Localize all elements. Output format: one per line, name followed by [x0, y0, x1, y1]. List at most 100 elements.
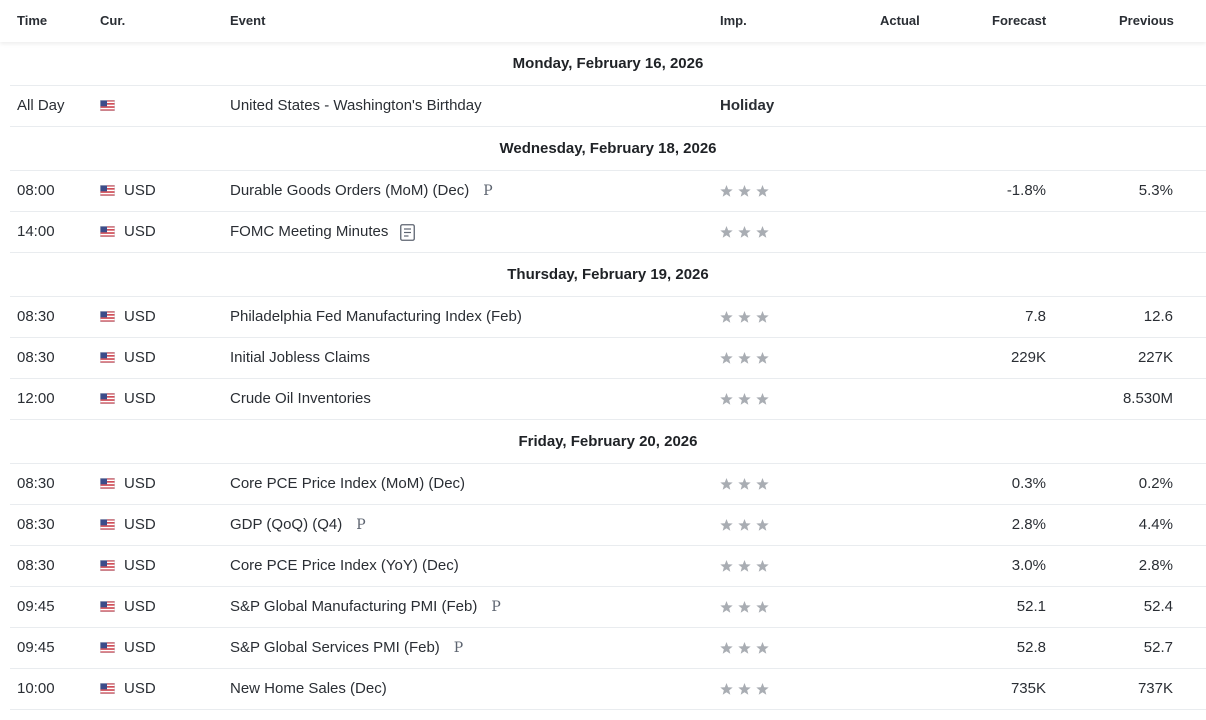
row-time: All Day: [17, 97, 65, 114]
star-icon: [738, 519, 751, 531]
star-icon: [756, 226, 769, 238]
us-flag-icon: [100, 311, 115, 322]
star-icon: [738, 560, 751, 572]
row-time: 08:30: [17, 516, 55, 533]
row-currency: USD: [124, 680, 156, 697]
table-row[interactable]: 08:30 USD Core PCE Price Index (YoY) (De…: [10, 546, 1206, 587]
row-time: 09:45: [17, 639, 55, 656]
row-currency: USD: [124, 308, 156, 325]
row-event[interactable]: Durable Goods Orders (MoM) (Dec): [230, 182, 469, 199]
table-row[interactable]: 08:00 USD Durable Goods Orders (MoM) (De…: [10, 171, 1206, 212]
star-icon: [720, 226, 733, 238]
row-event[interactable]: Core PCE Price Index (YoY) (Dec): [230, 546, 459, 586]
table-row-holiday[interactable]: All Day United States - Washington's Bir…: [10, 86, 1206, 127]
us-flag-icon: [100, 519, 115, 530]
row-event-cell: S&P Global Services PMI (Feb) P: [230, 628, 463, 668]
table-row[interactable]: 08:30 USD Philadelphia Fed Manufacturing…: [10, 297, 1206, 338]
document-icon[interactable]: [400, 223, 416, 241]
importance-stars-icon: [720, 601, 769, 613]
row-time: 10:00: [17, 680, 55, 697]
row-previous: 5.3%: [1138, 182, 1173, 199]
row-time: 08:30: [17, 557, 55, 574]
row-forecast: 229K: [1010, 349, 1046, 366]
header-time[interactable]: Time: [17, 0, 47, 42]
row-event-cell: GDP (QoQ) (Q4) P: [230, 505, 366, 545]
row-event[interactable]: Philadelphia Fed Manufacturing Index (Fe…: [230, 297, 522, 337]
row-time: 09:45: [17, 598, 55, 615]
importance-stars-icon: [720, 185, 769, 197]
star-icon: [756, 560, 769, 572]
row-event[interactable]: S&P Global Services PMI (Feb): [230, 639, 440, 656]
table-row[interactable]: 14:00 USD FOMC Meeting Minutes: [10, 212, 1206, 253]
row-forecast: 52.8: [1016, 639, 1046, 656]
star-icon: [720, 185, 733, 197]
us-flag-icon: [100, 352, 115, 363]
row-previous: 737K: [1137, 680, 1173, 697]
row-previous: 12.6: [1143, 308, 1173, 325]
star-icon: [738, 478, 751, 490]
header-previous[interactable]: Previous: [1119, 0, 1174, 42]
us-flag-icon: [100, 478, 115, 489]
row-currency: USD: [124, 598, 156, 615]
star-icon: [756, 311, 769, 323]
us-flag-icon: [100, 226, 115, 237]
table-row[interactable]: 08:30 USD Initial Jobless Claims 229K 22…: [10, 338, 1206, 379]
star-icon: [720, 393, 733, 405]
row-time: 08:00: [17, 182, 55, 199]
star-icon: [756, 601, 769, 613]
row-event[interactable]: S&P Global Manufacturing PMI (Feb): [230, 598, 477, 615]
row-event[interactable]: New Home Sales (Dec): [230, 669, 387, 709]
header-actual[interactable]: Actual: [880, 0, 920, 42]
table-row[interactable]: 10:00 USD New Home Sales (Dec) 735K 737K: [10, 669, 1206, 710]
us-flag-icon: [100, 642, 115, 653]
table-row[interactable]: 08:30 USD GDP (QoQ) (Q4) P 2.8% 4.4%: [10, 505, 1206, 546]
holiday-label: Holiday: [720, 97, 775, 114]
economic-calendar: Time Cur. Event Imp. Actual Forecast Pre…: [0, 0, 1206, 710]
header-event[interactable]: Event: [230, 0, 265, 42]
header-currency[interactable]: Cur.: [100, 0, 125, 42]
star-icon: [738, 352, 751, 364]
date-separator-friday: Friday, February 20, 2026: [10, 420, 1206, 464]
star-icon: [756, 519, 769, 531]
star-icon: [738, 683, 751, 695]
row-event[interactable]: GDP (QoQ) (Q4): [230, 516, 342, 533]
star-icon: [756, 352, 769, 364]
importance-stars-icon: [720, 478, 769, 490]
table-row[interactable]: 12:00 USD Crude Oil Inventories 8.530M: [10, 379, 1206, 420]
star-icon: [720, 519, 733, 531]
importance-stars-icon: [720, 560, 769, 572]
star-icon: [720, 642, 733, 654]
row-event[interactable]: Initial Jobless Claims: [230, 338, 370, 378]
preliminary-badge: P: [356, 517, 366, 533]
row-previous: 52.7: [1143, 639, 1173, 656]
importance-stars-icon: [720, 226, 769, 238]
star-icon: [738, 601, 751, 613]
row-time: 08:30: [17, 349, 55, 366]
row-event[interactable]: Core PCE Price Index (MoM) (Dec): [230, 464, 465, 504]
us-flag-icon: [100, 560, 115, 571]
row-forecast: 2.8%: [1011, 516, 1046, 533]
row-previous: 52.4: [1143, 598, 1173, 615]
date-separator-wednesday: Wednesday, February 18, 2026: [10, 127, 1206, 171]
row-currency: USD: [124, 390, 156, 407]
table-row[interactable]: 09:45 USD S&P Global Manufacturing PMI (…: [10, 587, 1206, 628]
header-importance[interactable]: Imp.: [720, 0, 747, 42]
row-event[interactable]: United States - Washington's Birthday: [230, 86, 482, 126]
row-event[interactable]: FOMC Meeting Minutes: [230, 223, 388, 240]
row-previous: 0.2%: [1138, 475, 1173, 492]
preliminary-badge: P: [453, 640, 464, 656]
importance-stars-icon: [720, 393, 769, 405]
row-forecast: 735K: [1010, 680, 1046, 697]
header-forecast[interactable]: Forecast: [992, 0, 1046, 42]
star-icon: [756, 478, 769, 490]
row-event-cell: S&P Global Manufacturing PMI (Feb) P: [230, 587, 501, 627]
star-icon: [756, 683, 769, 695]
star-icon: [738, 311, 751, 323]
star-icon: [720, 683, 733, 695]
table-row[interactable]: 09:45 USD S&P Global Services PMI (Feb) P…: [10, 628, 1206, 669]
date-separator-monday: Monday, February 16, 2026: [10, 42, 1206, 86]
table-row[interactable]: 08:30 USD Core PCE Price Index (MoM) (De…: [10, 464, 1206, 505]
row-previous: 227K: [1137, 349, 1173, 366]
row-event[interactable]: Crude Oil Inventories: [230, 379, 371, 419]
importance-stars-icon: [720, 311, 769, 323]
